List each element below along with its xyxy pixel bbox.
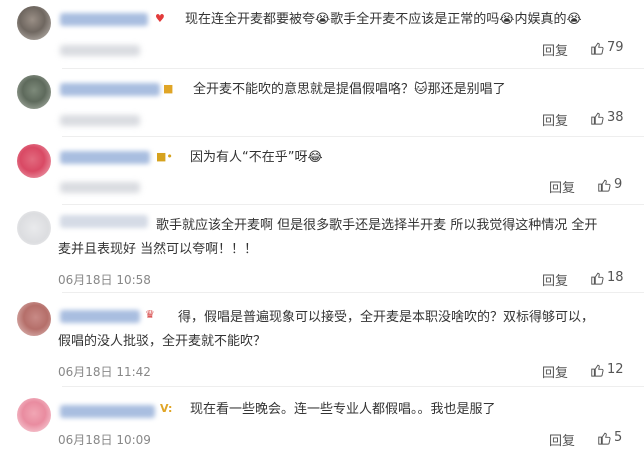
thumb-up-icon: [591, 42, 604, 55]
comment-text: 歌手就应该全开麦啊 但是很多歌手还是选择半开麦 所以我觉得这种情况 全开 麦并且…: [58, 218, 598, 257]
comment-item: ♛ 得，假唱是普遍现象可以接受，全开麦是本职没啥吹的？双标得够可以， 假唱的没人…: [0, 294, 644, 384]
verified-badge-icon: V:: [160, 402, 173, 415]
like-button[interactable]: 12: [590, 362, 624, 377]
divider: [62, 68, 644, 69]
like-count: 5: [614, 430, 623, 445]
vip-badge-icon: ♥: [155, 12, 165, 25]
reply-button[interactable]: 回复: [542, 270, 568, 289]
comment-item: 歌手就应该全开麦啊 但是很多歌手还是选择半开麦 所以我觉得这种情况 全开 麦并且…: [0, 206, 644, 292]
avatar[interactable]: [17, 75, 51, 109]
avatar[interactable]: [17, 302, 51, 336]
reply-button[interactable]: 回复: [542, 362, 568, 381]
like-count: 18: [607, 270, 624, 285]
divider: [62, 386, 644, 387]
crown-badge-icon: ■•: [156, 150, 173, 163]
username[interactable]: [60, 405, 155, 418]
avatar[interactable]: [17, 144, 51, 178]
username[interactable]: [60, 13, 148, 26]
divider: [62, 292, 644, 293]
thumb-up-icon: [591, 272, 604, 285]
comment-text: 得，假唱是普遍现象可以接受，全开麦是本职没啥吹的？双标得够可以， 假唱的没人批驳…: [58, 310, 595, 349]
comment-timestamp: 06月18日 11:42: [58, 365, 151, 379]
comment-timestamp-blurred: [60, 45, 140, 56]
reply-button[interactable]: 回复: [542, 40, 568, 59]
cat-face-icon: 🐱: [414, 82, 428, 97]
username[interactable]: [60, 83, 160, 96]
crying-face-icon: 😭: [315, 12, 331, 27]
comment-item: V: 现在看一些晚会。连一些专业人都假唱。。我也是服了 06月18日 10:09…: [0, 388, 644, 459]
thumb-up-icon: [591, 112, 604, 125]
comment-text: 全开麦不能吹的意思就是提倡假唱咯？🐱那还是别唱了: [193, 82, 506, 97]
like-count: 79: [607, 40, 624, 55]
comment-item: ■ 全开麦不能吹的意思就是提倡假唱咯？🐱那还是别唱了 回复 38: [0, 70, 644, 140]
like-button[interactable]: 79: [590, 40, 624, 55]
avatar[interactable]: [17, 398, 51, 432]
divider: [62, 204, 644, 205]
like-button[interactable]: 18: [590, 270, 624, 285]
avatar[interactable]: [17, 6, 51, 40]
avatar[interactable]: [17, 211, 51, 245]
thumb-up-icon: [591, 364, 604, 377]
divider: [62, 136, 644, 137]
like-count: 12: [607, 362, 624, 377]
like-button[interactable]: 5: [597, 430, 622, 445]
comment-timestamp-blurred: [60, 182, 140, 193]
comment-text: 现在看一些晚会。连一些专业人都假唱。。我也是服了: [190, 402, 496, 417]
comment-item: ♥ 现在连全开麦都要被夸😭歌手全开麦不应该是正常的吗😭内娱真的😭 回复 79: [0, 0, 644, 70]
comment-item: ■• 因为有人“不在乎”呀😂 回复 9: [0, 138, 644, 206]
vip-badge-icon: ■: [163, 82, 174, 95]
like-count: 38: [607, 110, 624, 125]
crying-face-icon: 😭: [566, 12, 582, 27]
like-button[interactable]: 38: [590, 110, 624, 125]
comment-text: 因为有人“不在乎”呀😂: [190, 150, 323, 165]
reply-button[interactable]: 回复: [549, 430, 575, 449]
laughing-face-icon: 😂: [307, 150, 323, 165]
reply-button[interactable]: 回复: [549, 177, 575, 196]
thumb-up-icon: [598, 432, 611, 445]
username[interactable]: [60, 151, 150, 164]
like-button[interactable]: 9: [597, 177, 622, 192]
crying-face-icon: 😭: [499, 12, 515, 27]
thumb-up-icon: [598, 179, 611, 192]
comment-text: 现在连全开麦都要被夸😭歌手全开麦不应该是正常的吗😭内娱真的😭: [185, 12, 582, 27]
reply-button[interactable]: 回复: [542, 110, 568, 129]
comment-timestamp: 06月18日 10:09: [58, 433, 151, 447]
like-count: 9: [614, 177, 623, 192]
comment-timestamp-blurred: [60, 115, 140, 126]
comment-feed: ♥ 现在连全开麦都要被夸😭歌手全开麦不应该是正常的吗😭内娱真的😭 回复 79 ■…: [0, 0, 644, 459]
comment-timestamp: 06月18日 10:58: [58, 273, 151, 287]
